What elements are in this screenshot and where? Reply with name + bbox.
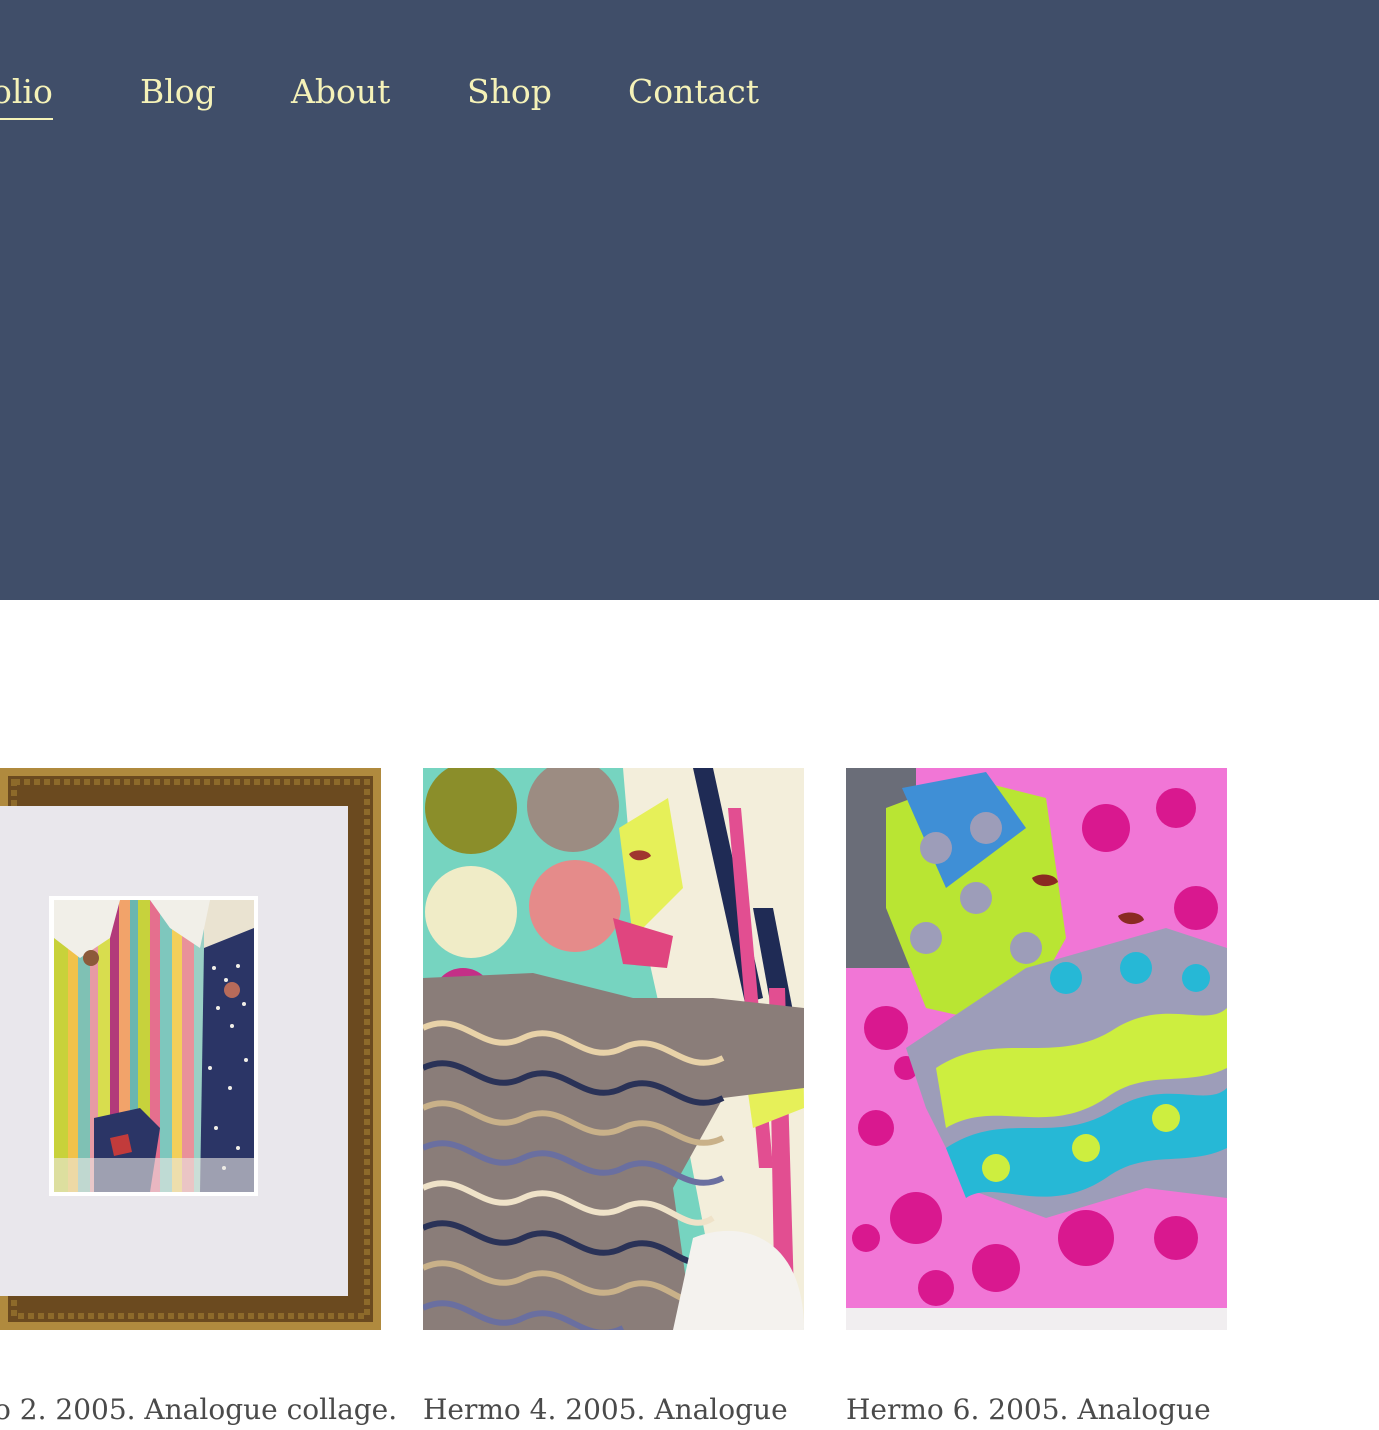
gallery-item-1-image[interactable] <box>0 768 381 1330</box>
gallery-item-2-image[interactable] <box>423 768 804 1330</box>
gallery-item-3-image[interactable] <box>846 768 1227 1330</box>
nav-link-portfolio[interactable]: olio <box>0 70 53 120</box>
nav-link-blog[interactable]: Blog <box>140 70 216 114</box>
nav-link-contact[interactable]: Contact <box>628 70 759 114</box>
nav-link-shop[interactable]: Shop <box>467 70 552 114</box>
gallery-item-2-caption: Hermo 4. 2005. Analogue <box>423 1393 788 1426</box>
gallery-item-3-caption: Hermo 6. 2005. Analogue <box>846 1393 1211 1426</box>
site-header: olio Blog About Shop Contact <box>0 0 1379 600</box>
nav-link-about[interactable]: About <box>291 70 390 114</box>
gallery-item-1-caption: o 2. 2005. Analogue collage. <box>0 1393 398 1426</box>
